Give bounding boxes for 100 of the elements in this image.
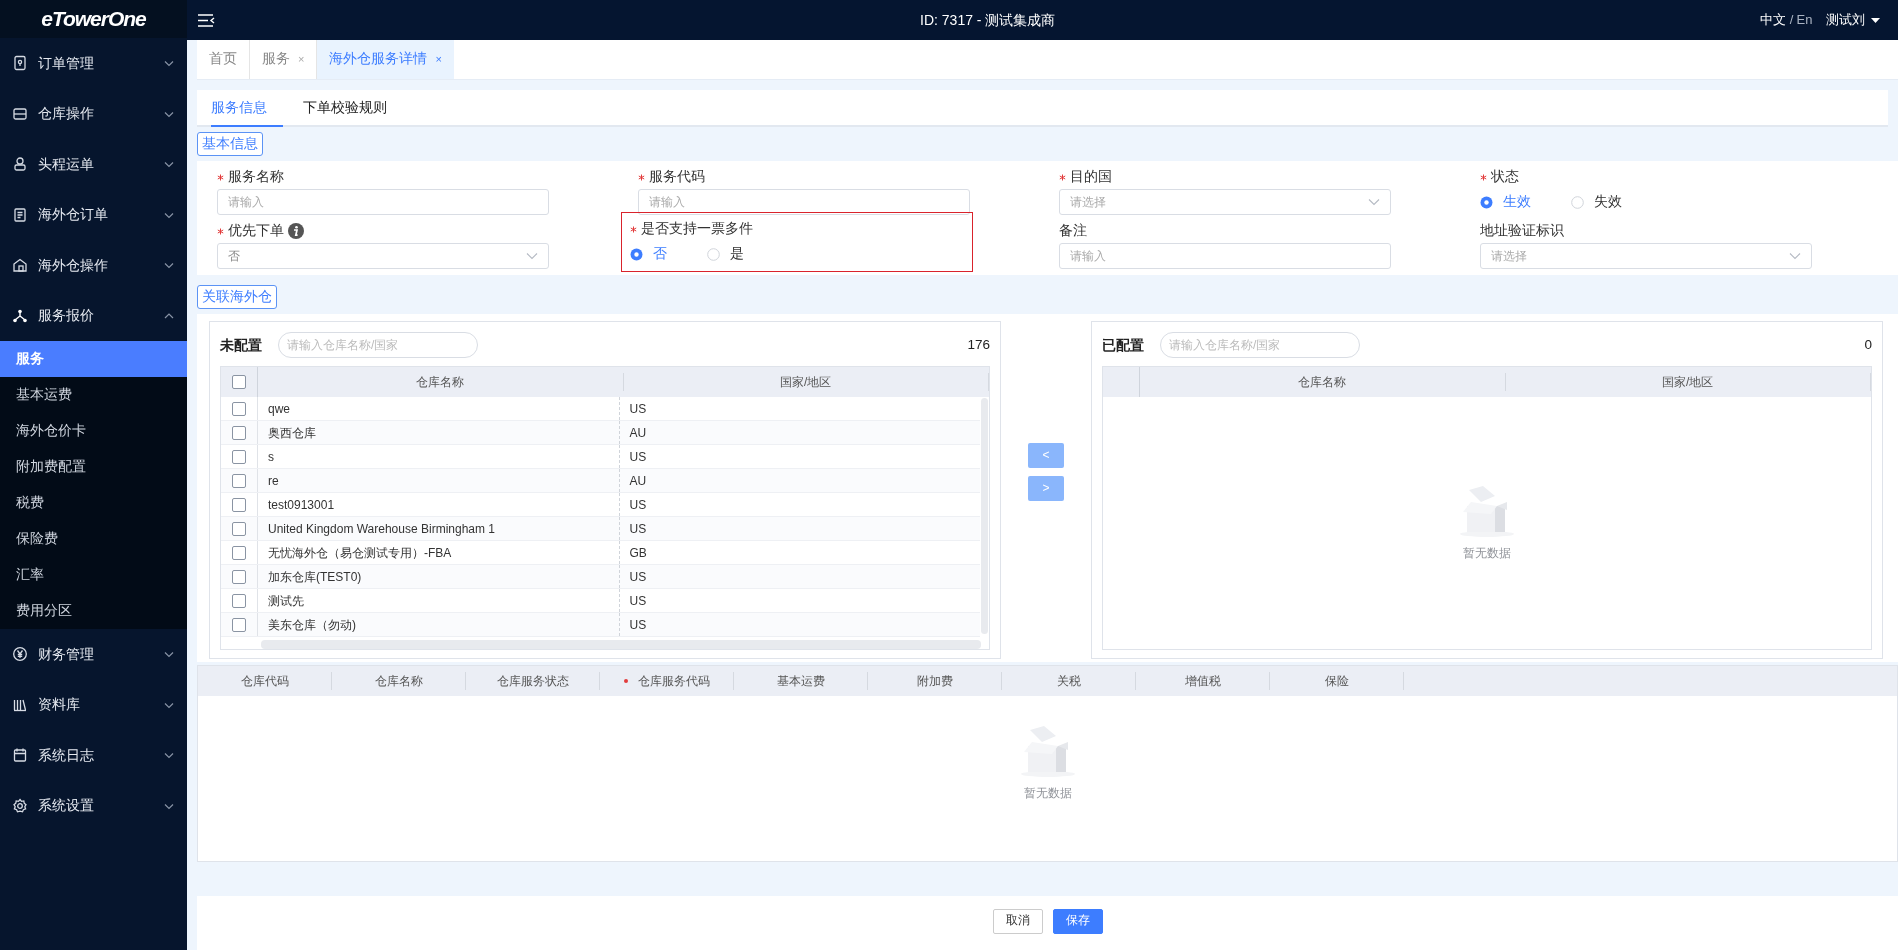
field-label: 服务名称 (228, 167, 284, 186)
sidebar-item[interactable]: 财务管理 (0, 629, 187, 680)
checkbox[interactable] (232, 617, 246, 632)
sidebar-subitem[interactable]: 税费 (0, 485, 187, 521)
radio-button[interactable] (630, 247, 643, 261)
sidebar-item[interactable]: 系统日志 (0, 730, 187, 781)
column-header: 附加费 (916, 673, 953, 690)
checkbox[interactable] (232, 521, 246, 536)
column-header: 国家/地区 (1505, 373, 1871, 391)
column-header: 国家/地区 (623, 373, 989, 391)
sidebar-item[interactable]: 海外仓订单 (0, 189, 187, 240)
caret-icon[interactable] (1871, 17, 1880, 23)
table-cell: United Kingdom Warehouse Birmingham 1 (258, 517, 620, 540)
field-label: 地址验证标识 (1480, 221, 1564, 240)
horizontal-scrollbar[interactable] (261, 640, 981, 649)
item-count: 0 (1864, 335, 1872, 354)
required-asterisk-icon (217, 227, 224, 235)
table-cell-text: US (628, 496, 648, 514)
lock-icon (12, 55, 28, 72)
chevron-down-icon (163, 58, 175, 69)
sidebar-subitem[interactable]: 服务 (0, 341, 187, 377)
table-cell: 测试先 (258, 589, 620, 612)
vertical-scrollbar[interactable] (981, 398, 988, 634)
select-field[interactable]: 否 (217, 243, 549, 269)
table-cell: qwe (258, 397, 620, 420)
checkbox[interactable] (232, 593, 246, 608)
chevron-down-icon (163, 750, 175, 761)
column-header: 基本运费 (776, 673, 825, 690)
column-header: 仓库名称 (258, 373, 624, 391)
logo: eTowerOne (41, 6, 146, 33)
table-cell: 美东仓库（勿动) (258, 613, 620, 636)
column-header: 仓库名称 (1140, 373, 1506, 391)
column-header: 仓库名称 (374, 673, 423, 690)
chevron-down-icon (1368, 198, 1380, 206)
menu-icon[interactable] (197, 12, 215, 28)
separator: / (1789, 11, 1794, 30)
sidebar-subitem[interactable]: 汇率 (0, 557, 187, 593)
field-label: 优先下单 (228, 221, 284, 240)
radio-button[interactable] (1480, 195, 1493, 209)
sidebar-item[interactable]: 订单管理 (0, 38, 187, 89)
radio-button[interactable] (707, 247, 720, 261)
checkbox[interactable] (232, 401, 246, 416)
sidebar-item[interactable]: 服务报价 (0, 290, 187, 341)
checkbox[interactable] (232, 449, 246, 464)
language-option[interactable]: 中文 (1760, 10, 1787, 30)
section-tab[interactable]: 下单校验规则 (303, 90, 403, 127)
checkbox[interactable] (232, 375, 246, 389)
radio-label[interactable]: 是 (730, 243, 744, 265)
sidebar-item[interactable]: 系统设置 (0, 780, 187, 831)
user-name[interactable]: 测试刘 (1825, 10, 1865, 30)
table-cell: test0913001 (258, 493, 620, 516)
checkbox[interactable] (232, 425, 246, 440)
sidebar-subitem[interactable]: 附加费配置 (0, 449, 187, 485)
column-header: 保险 (1324, 673, 1349, 690)
sidebar-item[interactable]: 资料库 (0, 679, 187, 730)
sidebar-item[interactable]: 头程运单 (0, 139, 187, 190)
section-tab[interactable]: 服务信息 (211, 90, 283, 127)
currency-icon (12, 646, 28, 663)
sidebar-item[interactable]: 仓库操作 (0, 88, 187, 139)
table-cell: re (258, 469, 620, 492)
checkbox[interactable] (232, 545, 246, 560)
table-cell-text: US (628, 400, 648, 418)
sidebar-subitem[interactable]: 基本运费 (0, 377, 187, 413)
table-cell: 加东仓库(TEST0) (258, 565, 620, 588)
chevron-down-icon (1789, 252, 1801, 260)
close-icon[interactable]: × (435, 51, 442, 68)
radio-label[interactable]: 生效 (1503, 191, 1531, 213)
chevron-down-icon (163, 649, 175, 660)
checkbox[interactable] (232, 473, 246, 488)
sidebar-subitem[interactable]: 海外仓价卡 (0, 413, 187, 449)
sidebar-item[interactable]: 海外仓操作 (0, 240, 187, 291)
empty-message: 暂无数据 (1463, 545, 1511, 561)
checkbox[interactable] (232, 497, 246, 512)
gear-icon (12, 797, 28, 814)
drawer-icon (12, 105, 28, 122)
radio-button[interactable] (1571, 195, 1584, 209)
table-cell-text: US (628, 520, 648, 538)
page-tab[interactable]: 首页 (197, 40, 250, 79)
table-cell: s (258, 445, 620, 468)
page-tab[interactable]: 海外仓服务详情 × (317, 40, 454, 79)
required-asterisk-icon (217, 173, 224, 181)
checkbox[interactable] (232, 569, 246, 584)
document-icon (12, 206, 28, 223)
sidebar-subitem[interactable]: 费用分区 (0, 593, 187, 629)
radio-label[interactable]: 失效 (1594, 191, 1622, 213)
column-header: 关税 (1056, 673, 1081, 690)
field-label: 状态 (1491, 167, 1519, 186)
table-cell-text: US (628, 592, 648, 610)
cancel-button[interactable]: 取消 (992, 908, 1043, 934)
info-icon[interactable] (288, 223, 304, 239)
language-option[interactable]: En (1796, 10, 1813, 30)
sidebar-subitem[interactable]: 保险费 (0, 521, 187, 557)
table-cell-text: AU (628, 424, 648, 442)
radio-label[interactable]: 否 (653, 243, 667, 265)
field-label: 备注 (1059, 221, 1087, 240)
save-button[interactable]: 保存 (1052, 908, 1103, 934)
required-asterisk-icon (638, 173, 645, 181)
chevron-down-icon (163, 159, 175, 170)
field-label: 服务代码 (649, 167, 705, 186)
house-icon (12, 257, 28, 274)
